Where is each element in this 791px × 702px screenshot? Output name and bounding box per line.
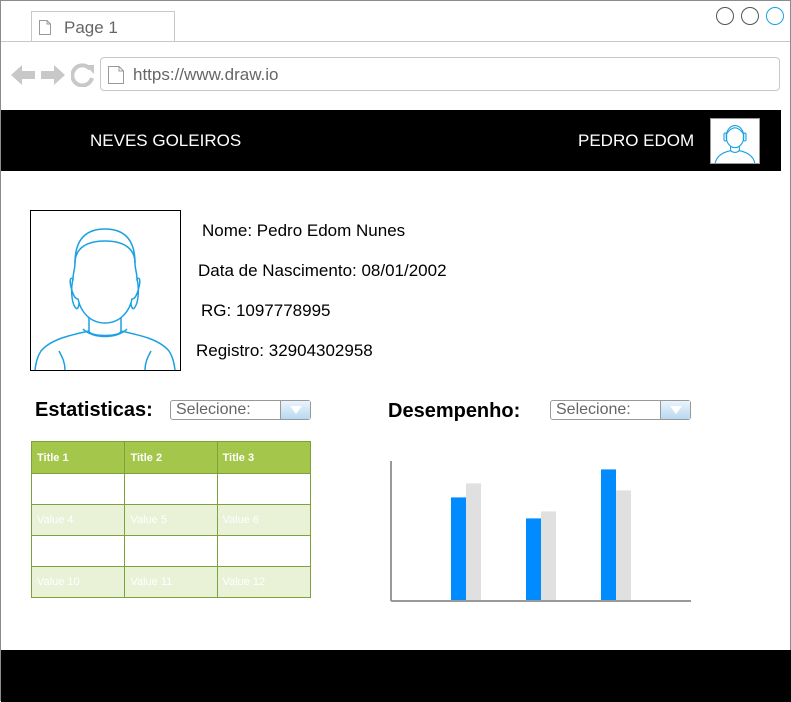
table-row bbox=[30, 535, 312, 567]
page-icon bbox=[108, 66, 124, 84]
select-value: Selecione: bbox=[176, 401, 251, 418]
avatar[interactable] bbox=[710, 118, 760, 164]
address-bar[interactable]: https://www.draw.io bbox=[100, 57, 780, 91]
rg-field: RG: 1097778995 bbox=[201, 301, 331, 320]
desempenho-title: Desempenho: bbox=[388, 400, 521, 422]
close-button[interactable] bbox=[766, 7, 784, 25]
table-row bbox=[30, 473, 312, 505]
table-header-row: Title 1 Title 2 Title 3 bbox=[30, 441, 312, 474]
user-name[interactable]: PEDRO EDOM bbox=[578, 131, 694, 151]
browser-window: Page 1 https://www.draw.io NEVES GOLEIRO… bbox=[0, 0, 791, 702]
estatisticas-select[interactable]: Selecione: bbox=[170, 400, 311, 420]
table-row: Value 10 Value 11 Value 12 bbox=[30, 566, 312, 598]
tab-bar: Page 1 bbox=[1, 1, 790, 42]
table-cell: Value 5 bbox=[124, 504, 218, 536]
user-avatar-icon bbox=[34, 228, 176, 370]
table-cell: Value 4 bbox=[30, 504, 126, 536]
table-cell bbox=[30, 535, 126, 567]
browser-tab[interactable]: Page 1 bbox=[31, 11, 175, 41]
bar-series2-group3 bbox=[616, 490, 631, 601]
user-avatar-icon bbox=[714, 125, 756, 163]
table-cell: Value 11 bbox=[124, 566, 218, 598]
minimize-button[interactable] bbox=[716, 7, 734, 25]
table-cell bbox=[124, 473, 218, 505]
table-cell bbox=[30, 473, 126, 505]
name-field: Nome: Pedro Edom Nunes bbox=[202, 221, 406, 240]
bar-series2-group1 bbox=[466, 483, 481, 601]
profile-photo bbox=[30, 210, 181, 371]
site-header: NEVES GOLEIROS PEDRO EDOM bbox=[1, 110, 781, 171]
bar-series1-group2 bbox=[526, 518, 541, 601]
column-header: Title 1 bbox=[30, 441, 126, 474]
page-icon bbox=[39, 20, 51, 35]
bar-series1-group3 bbox=[601, 469, 616, 601]
registro-field: Registro: 32904302958 bbox=[196, 341, 373, 360]
column-header: Title 2 bbox=[124, 441, 218, 474]
bar-series1-group1 bbox=[451, 497, 466, 601]
forward-arrow-icon[interactable] bbox=[41, 63, 65, 87]
tab-label: Page 1 bbox=[64, 18, 118, 37]
chevron-down-icon[interactable] bbox=[280, 401, 310, 419]
table-cell: Value 10 bbox=[30, 566, 126, 598]
brand-title[interactable]: NEVES GOLEIROS bbox=[90, 131, 241, 151]
bar-series2-group2 bbox=[541, 511, 556, 601]
refresh-icon[interactable] bbox=[71, 63, 95, 87]
navigation-bar: https://www.draw.io bbox=[1, 42, 790, 110]
maximize-button[interactable] bbox=[741, 7, 759, 25]
back-arrow-icon[interactable] bbox=[11, 63, 35, 87]
table-cell bbox=[124, 535, 218, 567]
table-row: Value 4 Value 5 Value 6 bbox=[30, 504, 312, 536]
estatisticas-title: Estatisticas: bbox=[35, 399, 153, 421]
select-value: Selecione: bbox=[556, 401, 631, 418]
page-footer bbox=[1, 650, 791, 702]
table-cell: Value 12 bbox=[216, 566, 312, 598]
column-header: Title 3 bbox=[216, 441, 312, 474]
table-cell: Value 6 bbox=[216, 504, 312, 536]
birth-date-field: Data de Nascimento: 08/01/2002 bbox=[198, 261, 447, 280]
table-cell bbox=[216, 535, 312, 567]
url-text: https://www.draw.io bbox=[133, 65, 279, 84]
chevron-down-icon[interactable] bbox=[660, 401, 690, 419]
performance-chart bbox=[390, 461, 691, 602]
statistics-table: Title 1 Title 2 Title 3 Value 4 Value 5 … bbox=[30, 441, 312, 598]
desempenho-select[interactable]: Selecione: bbox=[550, 400, 691, 420]
table-cell bbox=[216, 473, 312, 505]
chart-bars bbox=[451, 469, 631, 601]
